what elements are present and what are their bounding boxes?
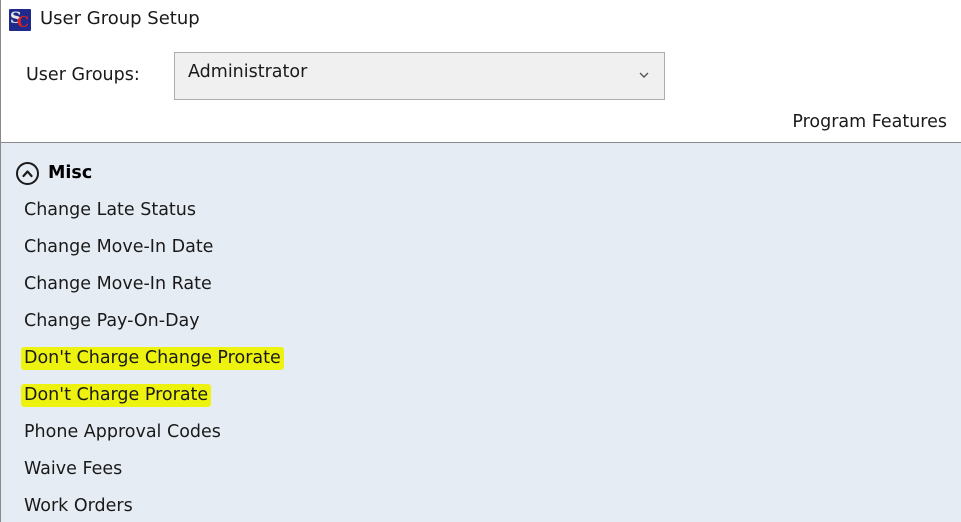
feature-item[interactable]: Phone Approval Codes: [1, 415, 901, 453]
feature-item[interactable]: Change Move-In Date: [1, 230, 901, 268]
feature-label: Change Move-In Rate: [24, 274, 212, 294]
sc-app-icon: S C: [9, 8, 31, 31]
user-groups-label: User Groups:: [26, 65, 140, 85]
feature-item[interactable]: Change Move-In Rate: [1, 267, 901, 305]
title-bar: S C User Group Setup: [0, 0, 961, 40]
feature-item[interactable]: Work Orders: [1, 489, 901, 522]
user-group-setup-window: S C User Group Setup User Groups: Admini…: [0, 0, 961, 522]
program-features-panel: Misc Change Late Status Change Move-In D…: [1, 143, 961, 522]
feature-label: Don't Charge Change Prorate: [21, 347, 284, 370]
user-groups-selected-value: Administrator: [188, 62, 308, 82]
feature-item[interactable]: Change Late Status: [1, 193, 901, 231]
feature-label: Work Orders: [24, 496, 133, 516]
chevron-up-circle-icon[interactable]: [16, 161, 39, 185]
feature-item-highlighted[interactable]: Don't Charge Prorate: [1, 378, 901, 416]
feature-label: Don't Charge Prorate: [21, 384, 212, 407]
feature-label: Change Move-In Date: [24, 237, 214, 257]
feature-label: Change Pay-On-Day: [24, 311, 200, 331]
feature-label: Waive Fees: [24, 459, 123, 479]
window-title: User Group Setup: [40, 8, 200, 29]
feature-label: Phone Approval Codes: [24, 422, 221, 442]
chevron-down-icon: [639, 72, 649, 78]
section-title: Misc: [48, 163, 93, 183]
feature-item-highlighted[interactable]: Don't Charge Change Prorate: [1, 341, 901, 379]
feature-item[interactable]: Change Pay-On-Day: [1, 304, 901, 342]
feature-item[interactable]: Waive Fees: [1, 452, 901, 490]
program-features-header: Program Features: [792, 112, 947, 132]
section-header-misc[interactable]: Misc: [16, 160, 92, 186]
user-groups-dropdown[interactable]: Administrator: [174, 52, 665, 100]
feature-label: Change Late Status: [24, 200, 196, 220]
